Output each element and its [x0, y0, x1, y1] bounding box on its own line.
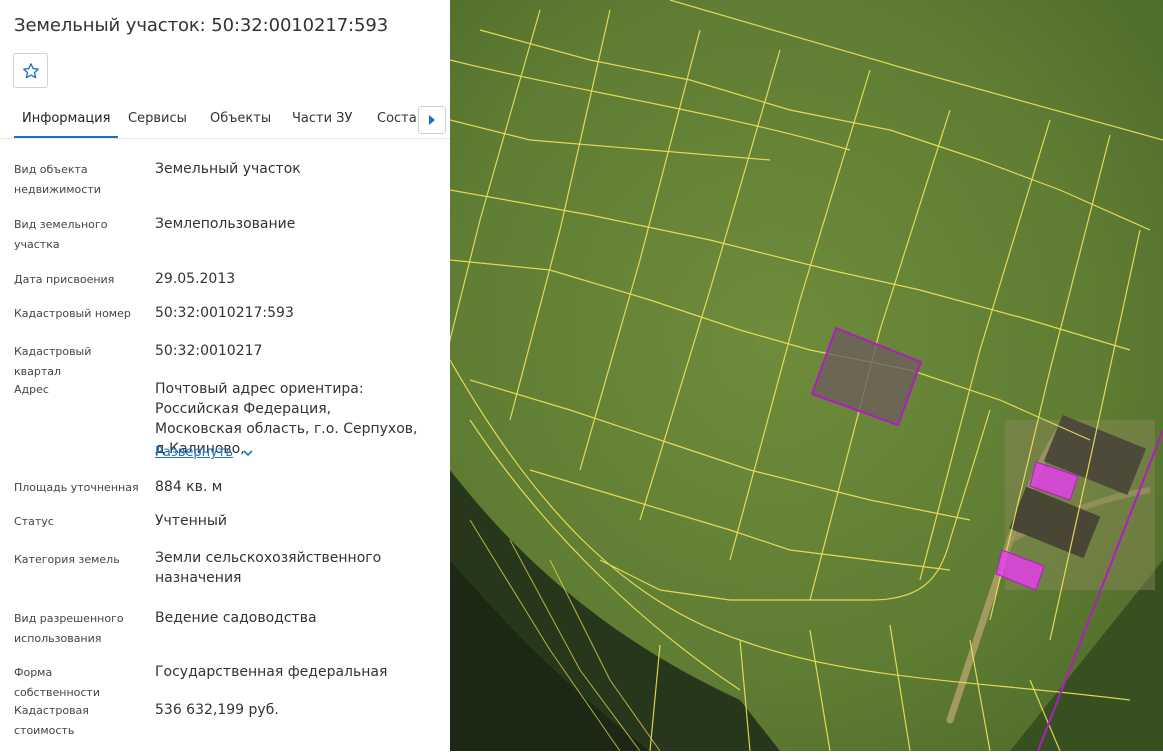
field-label-status: Статус — [14, 515, 54, 528]
star-outline-icon — [22, 62, 39, 78]
page-title: Земельный участок: 50:32:0010217:593 — [14, 15, 389, 36]
expand-link-label: Развернуть — [155, 445, 234, 460]
field-value-land-type: Землепользование — [155, 216, 296, 232]
field-value-ownership: Государственная федеральная — [155, 664, 388, 680]
field-label-assign-date: Дата присвоения — [14, 273, 115, 286]
satellite-map[interactable] — [439, 0, 1163, 752]
address-expand-link[interactable]: Развернуть — [155, 443, 253, 463]
field-value-cadastral-number: 50:32:0010217:593 — [155, 305, 294, 321]
favorite-button[interactable] — [13, 53, 48, 88]
triangle-right-icon — [429, 115, 435, 125]
field-value-assign-date: 29.05.2013 — [155, 271, 236, 287]
info-panel: Земельный участок: 50:32:0010217:593 Инф… — [0, 0, 450, 751]
map-canvas[interactable] — [439, 0, 1163, 752]
field-value-cadastral-quarter: 50:32:0010217 — [155, 343, 263, 359]
field-label-land-type: Вид земельного участка — [14, 218, 108, 251]
field-value-object-type: Земельный участок — [155, 161, 301, 177]
field-value-permitted-use: Ведение садоводства — [155, 610, 317, 626]
tab-objects[interactable]: Объекты — [210, 102, 271, 136]
field-label-object-type: Вид объекта недвижимости — [14, 163, 101, 196]
tab-bar: Информация Сервисы Объекты Части ЗУ Сост… — [0, 102, 450, 139]
field-value-land-category: Земли сельскохозяйственного назначения — [155, 550, 382, 586]
field-value-status: Учтенный — [155, 513, 228, 529]
tab-information[interactable]: Информация — [14, 102, 119, 138]
field-label-ownership: Форма собственности — [14, 666, 100, 699]
tabs-scroll-right-button[interactable] — [418, 106, 446, 134]
field-label-address: Адрес — [14, 383, 49, 396]
field-value-area: 884 кв. м — [155, 479, 223, 495]
field-label-land-category: Категория земель — [14, 553, 120, 566]
field-label-cadastral-number: Кадастровый номер — [14, 307, 131, 320]
field-label-permitted-use: Вид разрешенного использования — [14, 612, 124, 645]
field-value-cadastral-value: 536 632,199 руб. — [155, 702, 279, 718]
field-label-cadastral-quarter: Кадастровый квартал — [14, 345, 92, 378]
tab-parts[interactable]: Части ЗУ — [292, 102, 352, 136]
tab-services[interactable]: Сервисы — [128, 102, 187, 136]
field-label-cadastral-value: Кадастровая стоимость — [14, 704, 89, 737]
chevron-down-icon — [243, 449, 253, 456]
field-label-area: Площадь уточненная — [14, 481, 139, 494]
